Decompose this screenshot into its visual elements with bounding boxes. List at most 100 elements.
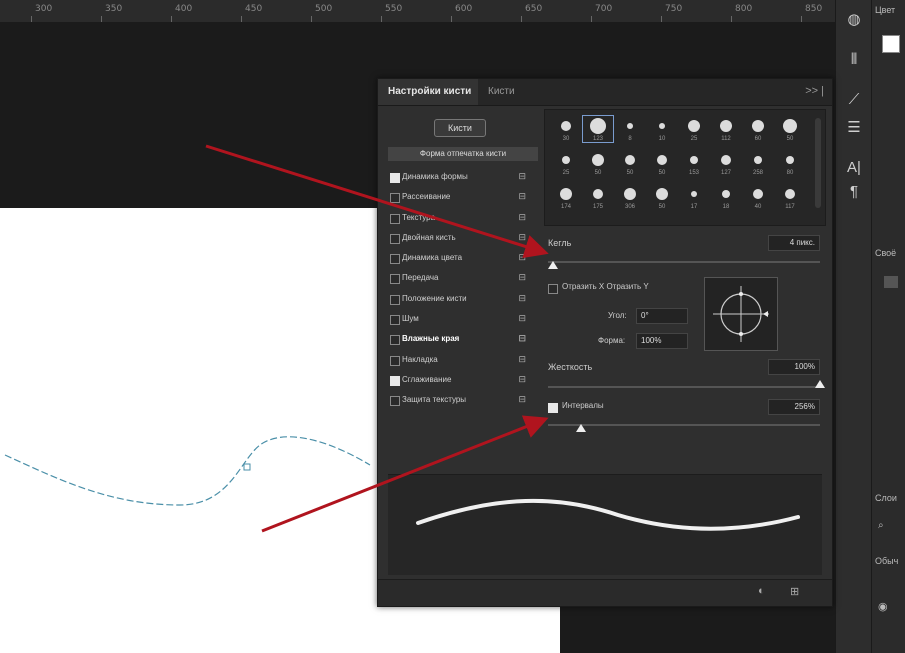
brush-size-label: 8 [628, 136, 632, 142]
brush-preset[interactable]: 306 [615, 184, 645, 210]
brush-preset[interactable]: 18 [711, 184, 741, 210]
brush-preset[interactable]: 153 [679, 150, 709, 176]
lock-icon[interactable]: ⊟ [518, 167, 526, 187]
option-checkbox[interactable] [390, 213, 400, 224]
brush-preset[interactable]: 8 [615, 116, 645, 142]
brush-preset[interactable]: 174 [551, 184, 581, 210]
brush-preset[interactable]: 10 [647, 116, 677, 142]
brush-preset[interactable]: 80 [775, 150, 805, 176]
brush-preset[interactable]: 123 [582, 115, 614, 143]
lock-icon[interactable]: ⊟ [518, 309, 526, 329]
option-checkbox[interactable] [390, 294, 400, 305]
lock-icon[interactable]: ⊟ [518, 350, 526, 370]
option-checkbox[interactable] [390, 355, 400, 366]
blend-mode-select[interactable]: Обыч [875, 556, 898, 566]
brush-preset[interactable]: 127 [711, 150, 741, 176]
brush-option-item[interactable]: Двойная кисть ⊟ [388, 228, 538, 248]
brush-preset[interactable]: 60 [743, 116, 773, 142]
option-checkbox[interactable] [390, 193, 400, 204]
foreground-color-swatch[interactable] [882, 35, 900, 53]
brush-preset[interactable]: 50 [775, 116, 805, 142]
brush-preset[interactable]: 25 [679, 116, 709, 142]
search-icon[interactable]: ⌕ [878, 520, 884, 531]
brush-option-item[interactable]: Передача ⊟ [388, 268, 538, 288]
eye-icon[interactable]: ◉ [878, 600, 888, 613]
size-value-field[interactable]: 4 пикс. [768, 235, 820, 251]
lock-icon[interactable]: ⊟ [518, 370, 526, 390]
brush-preset[interactable]: 258 [743, 150, 773, 176]
brush-preset[interactable]: 40 [743, 184, 773, 210]
image-icon[interactable] [884, 276, 898, 288]
ruler-tick-label: 850 [805, 4, 823, 14]
panel-menu-icon[interactable]: >> | [805, 85, 824, 97]
lock-icon[interactable]: ⊟ [518, 268, 526, 288]
color-wheel-icon[interactable]: ◍ [842, 8, 866, 32]
brush-size-label: 123 [592, 136, 603, 142]
brush-preset[interactable]: 112 [711, 116, 741, 142]
brush-option-item[interactable]: Текстура ⊟ [388, 208, 538, 228]
brush-icon[interactable]: ⦀ [842, 48, 866, 72]
brush-preset[interactable]: 50 [647, 150, 677, 176]
grid-scrollbar[interactable] [815, 118, 821, 208]
option-checkbox[interactable] [390, 396, 400, 407]
option-checkbox[interactable] [390, 173, 400, 183]
brush-settings-icon[interactable]: ⟋ [842, 88, 866, 112]
brush-preset[interactable]: 17 [679, 184, 709, 210]
option-checkbox[interactable] [390, 254, 400, 265]
flip-x-checkbox[interactable] [548, 284, 558, 294]
angle-value-field[interactable]: 0° [636, 308, 688, 324]
lock-icon[interactable]: ⊟ [518, 390, 526, 410]
brush-option-item[interactable]: Защита текстуры ⊟ [388, 390, 538, 410]
brush-size-label: 112 [721, 136, 731, 142]
brush-option-item[interactable]: Динамика цвета ⊟ [388, 248, 538, 268]
option-checkbox[interactable] [390, 375, 400, 386]
brushes-button[interactable]: Кисти [434, 119, 486, 137]
brush-option-item[interactable]: Накладка ⊟ [388, 350, 538, 370]
brush-preset[interactable]: 50 [647, 184, 677, 210]
option-checkbox[interactable] [390, 315, 400, 326]
brush-option-item[interactable]: Положение кисти ⊟ [388, 289, 538, 309]
angle-roundness-widget[interactable] [704, 277, 778, 351]
option-checkbox[interactable] [390, 335, 400, 346]
lock-icon[interactable]: ⊟ [518, 187, 526, 207]
adjust-icon[interactable]: ☰ [842, 116, 866, 140]
spacing-slider-thumb[interactable] [576, 424, 586, 432]
option-label: Накладка [402, 354, 438, 364]
brush-tip-icon [624, 188, 636, 200]
brush-preset[interactable]: 50 [615, 150, 645, 176]
option-checkbox[interactable] [390, 233, 400, 244]
lock-icon[interactable]: ⊟ [518, 208, 526, 228]
brush-tip-shape-item[interactable]: Форма отпечатка кисти [388, 147, 538, 161]
tab-brush-settings[interactable]: Настройки кисти [388, 86, 471, 97]
brush-size-label: 258 [752, 170, 763, 176]
brush-option-item[interactable]: Динамика формы ⊟ [388, 167, 538, 187]
hardness-slider-thumb[interactable] [815, 380, 825, 388]
lock-icon[interactable]: ⊟ [518, 329, 526, 349]
spacing-checkbox[interactable] [548, 403, 558, 413]
brush-preset[interactable]: 30 [551, 116, 581, 142]
brush-option-item[interactable]: Рассеивание ⊟ [388, 187, 538, 207]
paragraph-icon[interactable]: ¶ [842, 180, 866, 204]
brush-size-label: 10 [658, 136, 666, 142]
type-icon[interactable]: A| [842, 156, 866, 180]
roundness-value-field[interactable]: 100% [636, 333, 688, 349]
size-slider-thumb[interactable] [548, 261, 558, 269]
option-label: Передача [402, 273, 439, 283]
brush-preset[interactable]: 175 [583, 184, 613, 210]
lock-icon[interactable]: ⊟ [518, 289, 526, 309]
brush-preset[interactable]: 50 [583, 150, 613, 176]
brush-preset[interactable]: 117 [775, 184, 805, 210]
brush-option-item[interactable]: Сглаживание ⊟ [388, 370, 538, 390]
tab-brushes[interactable]: Кисти [488, 86, 515, 97]
new-brush-icon[interactable]: ⊞ [790, 585, 799, 598]
spacing-value-field[interactable]: 256% [768, 399, 820, 415]
brush-option-item[interactable]: Влажные края ⊟ [388, 329, 538, 349]
brush-preset[interactable]: 25 [551, 150, 581, 176]
lock-icon[interactable]: ⊟ [518, 248, 526, 268]
brush-tip-icon [721, 155, 731, 165]
lock-icon[interactable]: ⊟ [518, 228, 526, 248]
hardness-value-field[interactable]: 100% [768, 359, 820, 375]
option-checkbox[interactable] [390, 274, 400, 285]
toggle-preview-icon[interactable]: ◐ [758, 585, 765, 597]
brush-option-item[interactable]: Шум ⊟ [388, 309, 538, 329]
